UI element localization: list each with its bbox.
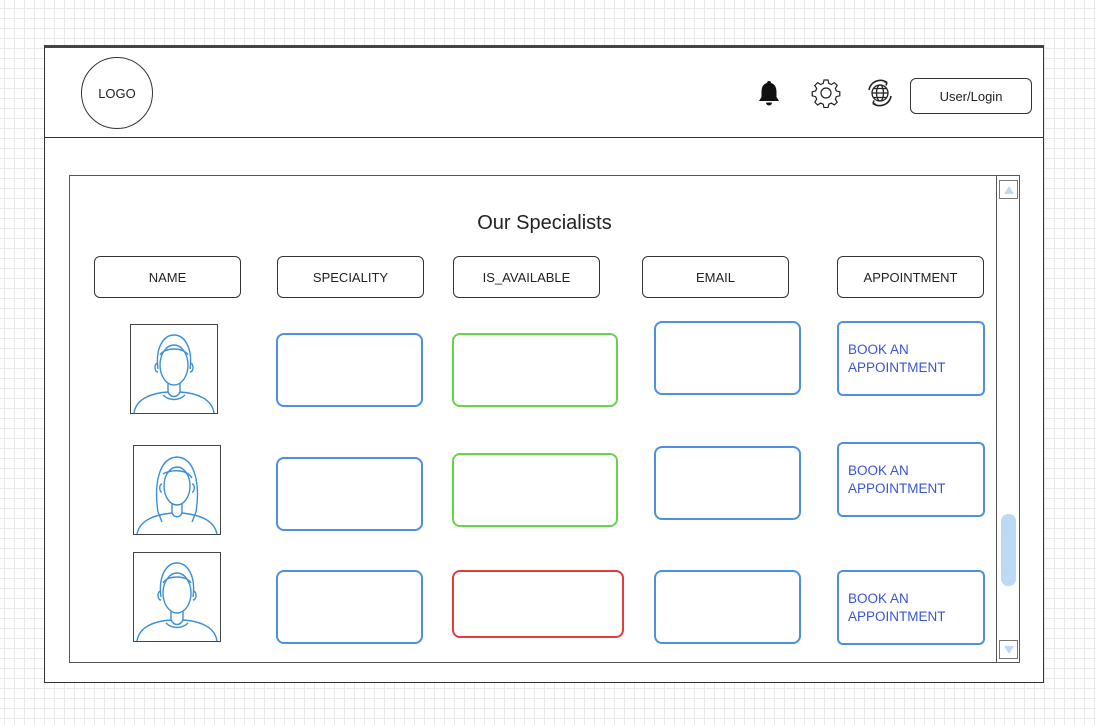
email-field[interactable]	[654, 446, 801, 520]
gear-icon[interactable]	[811, 78, 841, 108]
scroll-thumb[interactable]	[1001, 514, 1016, 586]
column-header-is-available[interactable]: IS_AVAILABLE	[453, 256, 600, 298]
column-header-speciality[interactable]: SPECIALITY	[277, 256, 424, 298]
availability-indicator	[452, 453, 618, 527]
speciality-field[interactable]	[276, 570, 423, 644]
book-appointment-button[interactable]: BOOK AN APPOINTMENT	[837, 570, 985, 645]
male-avatar	[133, 552, 221, 642]
speciality-field[interactable]	[276, 457, 423, 531]
availability-indicator	[452, 333, 618, 407]
user-login-button[interactable]: User/Login	[910, 78, 1032, 114]
column-header-appointment[interactable]: APPOINTMENT	[837, 256, 984, 298]
specialists-panel: Our Specialists NAME SPECIALITY IS_AVAIL…	[69, 175, 1020, 663]
bell-icon[interactable]	[754, 78, 784, 108]
female-avatar	[133, 445, 221, 535]
email-field[interactable]	[654, 570, 801, 644]
book-appointment-button[interactable]: BOOK AN APPOINTMENT	[837, 321, 985, 396]
male-avatar	[130, 324, 218, 414]
page-title: Our Specialists	[477, 212, 612, 234]
email-field[interactable]	[654, 321, 801, 395]
vertical-scrollbar[interactable]	[996, 176, 1019, 662]
book-appointment-button[interactable]: BOOK AN APPOINTMENT	[837, 442, 985, 517]
column-header-name[interactable]: NAME	[94, 256, 241, 298]
app-window: LOGO User/Login Our Specialists NAME SPE…	[44, 45, 1044, 683]
arrow-up-icon	[1003, 185, 1014, 194]
scroll-down-button[interactable]	[999, 640, 1018, 659]
arrow-down-icon	[1003, 645, 1014, 654]
column-header-email[interactable]: EMAIL	[642, 256, 789, 298]
scroll-up-button[interactable]	[999, 180, 1018, 199]
globe-icon[interactable]	[865, 78, 895, 108]
header-bar: LOGO User/Login	[45, 48, 1043, 138]
logo: LOGO	[81, 57, 153, 129]
availability-indicator	[452, 570, 624, 638]
speciality-field[interactable]	[276, 333, 423, 407]
